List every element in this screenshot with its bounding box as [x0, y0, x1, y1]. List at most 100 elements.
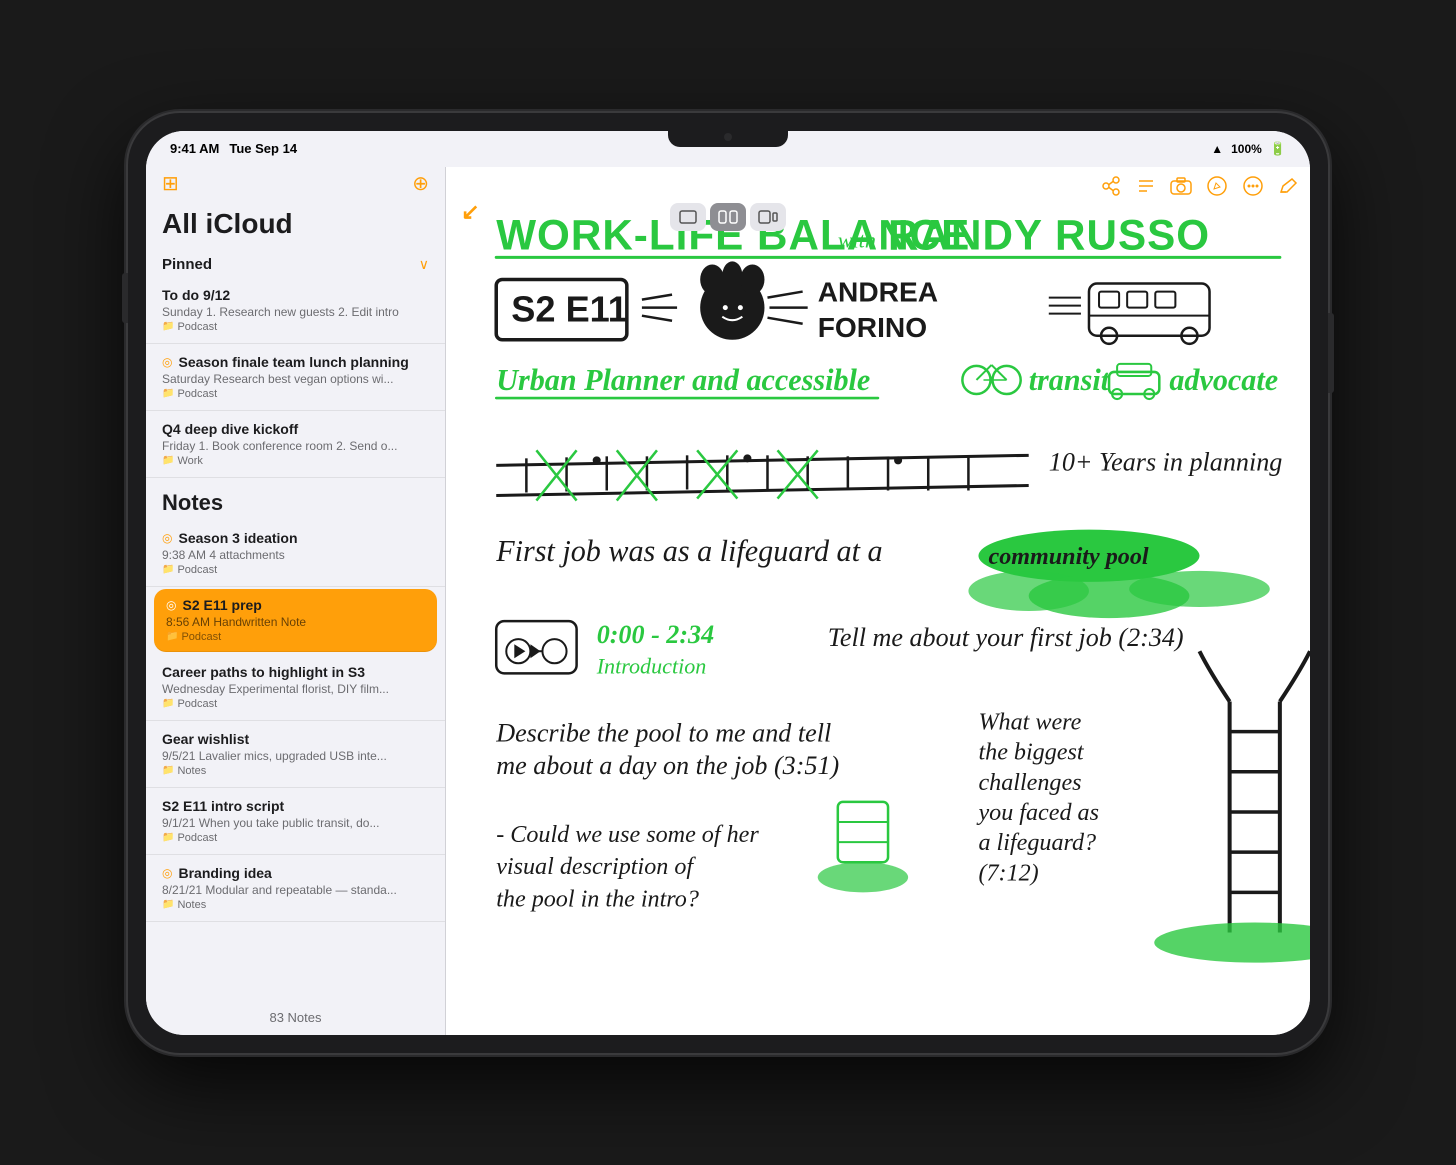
svg-text:visual description of: visual description of — [496, 854, 696, 880]
note-folder: 📁 Work — [162, 455, 429, 467]
note-title: Season 3 ideation — [178, 530, 297, 546]
svg-text:RANDY RUSSO: RANDY RUSSO — [888, 211, 1210, 258]
camera-icon[interactable] — [1170, 177, 1192, 200]
pinned-section-header[interactable]: Pinned ∨ — [146, 248, 445, 277]
note-title: Career paths to highlight in S3 — [162, 664, 429, 680]
note-folder: 📁 Notes — [162, 765, 429, 777]
note-folder: 📁 Podcast — [162, 832, 429, 844]
svg-text:- Could we use some of her: - Could we use some of her — [496, 822, 759, 848]
folder-icon: 📁 — [162, 388, 174, 399]
handwritten-note-svg: ↙ WORK-LIFE BALANCE with RANDY RUSSO S2 … — [446, 167, 1310, 1035]
note-folder: 📁 Notes — [162, 899, 429, 911]
notes-sidebar: ⊞ ⊕ All iCloud Pinned ∨ To do 9/12 — [146, 167, 446, 1035]
note-title: S2 E11 prep — [182, 597, 261, 613]
note-title: Q4 deep dive kickoff — [162, 421, 429, 437]
folder-icon: 📁 — [162, 564, 174, 575]
list-item[interactable]: Career paths to highlight in S3 Wednesda… — [146, 654, 445, 721]
single-view-btn[interactable] — [670, 203, 706, 231]
folder-name: Work — [177, 455, 202, 467]
folder-icon: 📁 — [162, 455, 174, 466]
svg-text:community pool: community pool — [989, 543, 1149, 569]
svg-text:challenges: challenges — [978, 769, 1081, 795]
list-item[interactable]: ◎ Branding idea 8/21/21 Modular and repe… — [146, 855, 445, 922]
note-folder: 📁 Podcast — [162, 321, 429, 333]
pin-icon: ◎ — [162, 866, 172, 880]
folder-icon: 📁 — [162, 765, 174, 776]
split-view-btn[interactable] — [710, 203, 746, 231]
main-content: ⊞ ⊕ All iCloud Pinned ∨ To do 9/12 — [146, 167, 1310, 1035]
folder-name: Notes — [177, 899, 206, 911]
list-item[interactable]: ◎ Season finale team lunch planning Satu… — [146, 344, 445, 411]
note-meta: 9:38 AM 4 attachments — [162, 548, 429, 562]
svg-text:10+ Years in planning: 10+ Years in planning — [1049, 447, 1283, 476]
note-title: Branding idea — [178, 865, 271, 881]
note-toolbar — [1100, 175, 1298, 202]
note-folder: 📁 Podcast — [162, 564, 429, 576]
list-item[interactable]: ◎ Season 3 ideation 9:38 AM 4 attachment… — [146, 520, 445, 587]
note-meta: 8/21/21 Modular and repeatable — standa.… — [162, 883, 429, 897]
svg-text:Urban Planner and accessible: Urban Planner and accessible — [496, 363, 870, 397]
more-icon[interactable] — [1242, 175, 1264, 202]
folder-icon: 📁 — [162, 698, 174, 709]
sidebar-layout-icon[interactable]: ⊞ — [162, 171, 179, 196]
list-item[interactable]: Gear wishlist 9/5/21 Lavalier mics, upgr… — [146, 721, 445, 788]
list-item[interactable]: To do 9/12 Sunday 1. Research new guests… — [146, 277, 445, 344]
status-icons: ▲ 100% 🔋 — [1211, 141, 1286, 157]
notes-section-label: Notes — [146, 478, 445, 520]
checklist-icon[interactable] — [1136, 176, 1156, 201]
svg-text:0:00 - 2:34: 0:00 - 2:34 — [597, 620, 714, 649]
sidebar-title: All iCloud — [162, 208, 293, 240]
sidebar-compose-icon[interactable]: ⊕ — [412, 171, 429, 196]
folder-name: Notes — [177, 765, 206, 777]
svg-text:the biggest: the biggest — [978, 739, 1084, 765]
folder-name: Podcast — [177, 564, 217, 576]
pinned-chevron[interactable]: ∨ — [419, 256, 429, 273]
notes-list[interactable]: Pinned ∨ To do 9/12 Sunday 1. Research n… — [146, 248, 445, 1000]
note-meta: Sunday 1. Research new guests 2. Edit in… — [162, 305, 429, 319]
share-icon[interactable] — [1100, 176, 1122, 201]
folder-icon: 📁 — [166, 631, 178, 642]
note-folder: 📁 Podcast — [162, 388, 429, 400]
list-item[interactable]: ◎ S2 E11 prep 8:56 AM Handwritten Note 📁… — [154, 589, 437, 652]
svg-text:First job was as a lifeguard a: First job was as a lifeguard at a — [495, 533, 882, 567]
svg-text:(7:12): (7:12) — [978, 860, 1038, 886]
list-item[interactable]: S2 E11 intro script 9/1/21 When you take… — [146, 788, 445, 855]
sidebar-top-icons: ⊞ ⊕ — [146, 167, 445, 196]
status-date: Tue Sep 14 — [229, 141, 297, 156]
side-view-btn[interactable] — [750, 203, 786, 231]
svg-text:ANDREA: ANDREA — [818, 276, 938, 307]
svg-text:the pool in the intro?: the pool in the intro? — [496, 886, 699, 912]
folder-icon: 📁 — [162, 832, 174, 843]
svg-text:you faced as: you faced as — [975, 800, 1099, 826]
note-title: To do 9/12 — [162, 287, 429, 303]
note-title: S2 E11 intro script — [162, 798, 429, 814]
folder-name: Podcast — [181, 631, 221, 643]
note-title: Gear wishlist — [162, 731, 429, 747]
compose-icon[interactable] — [1278, 176, 1298, 201]
svg-text:Describe the pool to me and te: Describe the pool to me and tell — [495, 718, 831, 747]
split-view-toolbar[interactable] — [670, 203, 786, 231]
svg-text:↙: ↙ — [461, 199, 480, 224]
pin-icon: ◎ — [162, 355, 172, 369]
status-bar: 9:41 AM Tue Sep 14 ▲ 100% 🔋 — [146, 131, 1310, 167]
sidebar-header: All iCloud — [146, 196, 445, 248]
note-meta: Friday 1. Book conference room 2. Send o… — [162, 439, 429, 453]
svg-text:Tell me about your first job (: Tell me about your first job (2:34) — [828, 623, 1184, 652]
folder-icon: 📁 — [162, 899, 174, 910]
note-meta: 9/1/21 When you take public transit, do.… — [162, 816, 429, 830]
note-meta: 9/5/21 Lavalier mics, upgraded USB inte.… — [162, 749, 429, 763]
folder-icon: 📁 — [162, 321, 174, 332]
svg-text:S2 E11: S2 E11 — [511, 288, 628, 329]
svg-text:FORINO: FORINO — [818, 311, 927, 342]
camera-bump — [668, 131, 788, 147]
ipad-screen: 9:41 AM Tue Sep 14 ▲ 100% 🔋 — [146, 131, 1310, 1035]
folder-name: Podcast — [177, 321, 217, 333]
pencil-circle-icon[interactable] — [1206, 175, 1228, 202]
list-item[interactable]: Q4 deep dive kickoff Friday 1. Book conf… — [146, 411, 445, 478]
folder-name: Podcast — [177, 698, 217, 710]
note-folder: 📁 Podcast — [162, 698, 429, 710]
note-editing-area[interactable]: ↙ WORK-LIFE BALANCE with RANDY RUSSO S2 … — [446, 167, 1310, 1035]
svg-text:with: with — [838, 227, 876, 252]
note-title: Season finale team lunch planning — [178, 354, 408, 370]
battery-indicator: 100% — [1231, 142, 1262, 156]
